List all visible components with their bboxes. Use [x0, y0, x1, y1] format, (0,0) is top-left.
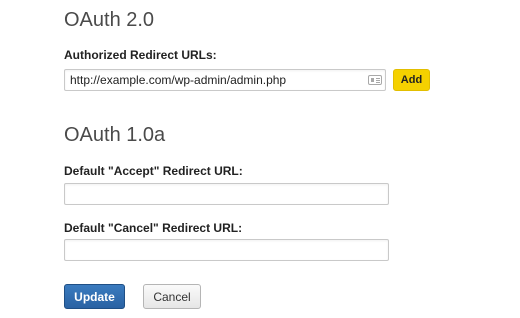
- oauth1-heading: OAuth 1.0a: [64, 124, 166, 146]
- add-redirect-url-button[interactable]: Add: [393, 69, 430, 91]
- authorized-redirect-url-input[interactable]: [64, 69, 386, 91]
- cancel-redirect-url-input[interactable]: [64, 239, 389, 261]
- cancel-redirect-url-label: Default "Cancel" Redirect URL:: [64, 221, 243, 235]
- accept-redirect-url-label: Default "Accept" Redirect URL:: [64, 164, 243, 178]
- accept-redirect-url-input[interactable]: [64, 183, 389, 205]
- cancel-button[interactable]: Cancel: [143, 284, 201, 309]
- contact-card-icon[interactable]: [368, 75, 382, 85]
- authorized-redirect-urls-label: Authorized Redirect URLs:: [64, 48, 217, 62]
- update-button[interactable]: Update: [64, 284, 125, 309]
- oauth2-heading: OAuth 2.0: [64, 9, 155, 31]
